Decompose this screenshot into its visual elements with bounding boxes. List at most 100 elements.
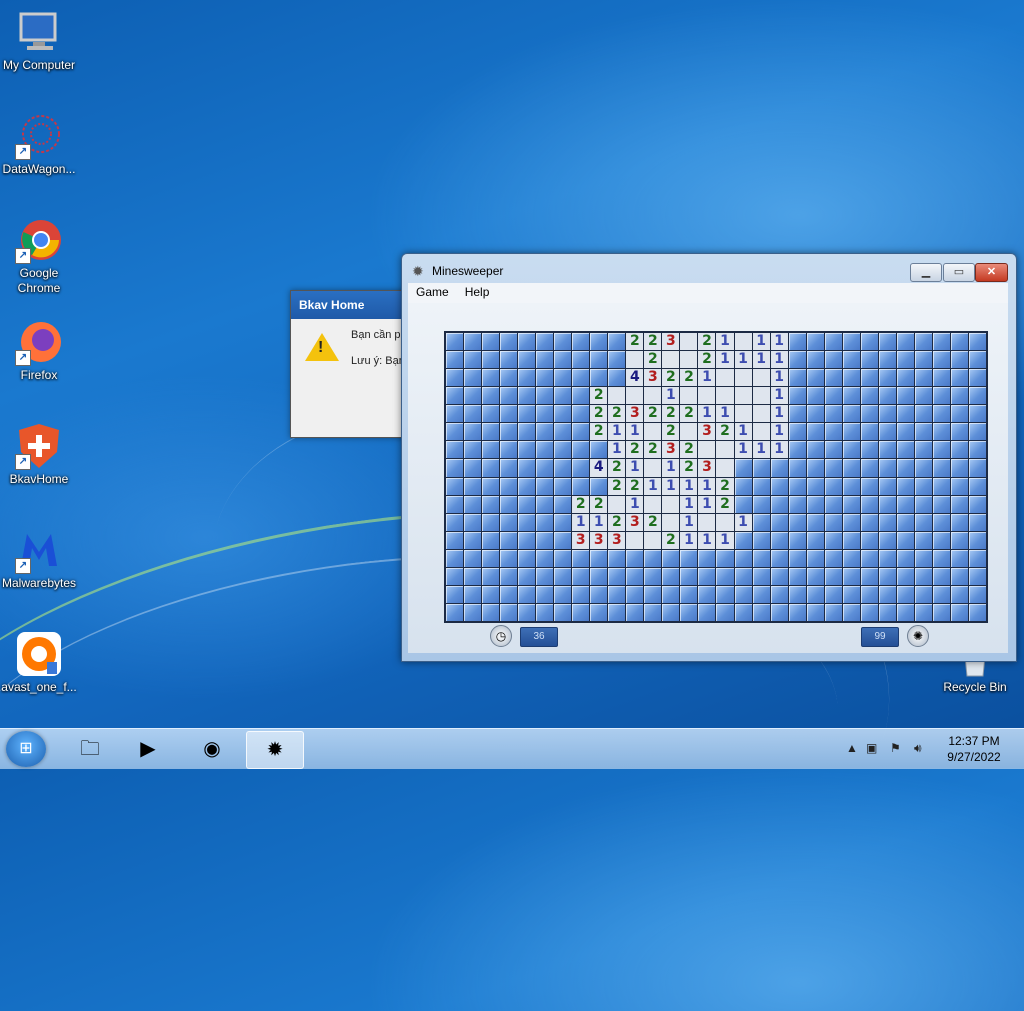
hidden-cell[interactable] [950, 531, 968, 549]
hidden-cell[interactable] [770, 585, 788, 603]
hidden-cell[interactable] [770, 513, 788, 531]
hidden-cell[interactable] [482, 549, 500, 567]
hidden-cell[interactable] [608, 333, 626, 351]
hidden-cell[interactable] [482, 423, 500, 441]
revealed-cell[interactable] [644, 459, 662, 477]
hidden-cell[interactable] [698, 603, 716, 621]
hidden-cell[interactable] [482, 351, 500, 369]
hidden-cell[interactable] [752, 549, 770, 567]
hidden-cell[interactable] [482, 585, 500, 603]
hidden-cell[interactable] [734, 531, 752, 549]
hidden-cell[interactable] [752, 531, 770, 549]
hidden-cell[interactable] [518, 459, 536, 477]
revealed-cell[interactable] [626, 531, 644, 549]
hidden-cell[interactable] [518, 441, 536, 459]
hidden-cell[interactable] [896, 459, 914, 477]
revealed-cell[interactable]: 1 [770, 405, 788, 423]
hidden-cell[interactable] [734, 567, 752, 585]
chrome-taskbar-icon[interactable]: ◉ [184, 731, 240, 767]
hidden-cell[interactable] [842, 441, 860, 459]
desktop-icon-datawagon[interactable]: ↗ DataWagon... [0, 112, 78, 177]
revealed-cell[interactable]: 2 [680, 459, 698, 477]
hidden-cell[interactable] [896, 585, 914, 603]
hidden-cell[interactable] [914, 513, 932, 531]
revealed-cell[interactable]: 1 [752, 333, 770, 351]
hidden-cell[interactable] [788, 603, 806, 621]
hidden-cell[interactable] [572, 369, 590, 387]
hidden-cell[interactable] [950, 603, 968, 621]
revealed-cell[interactable]: 1 [770, 351, 788, 369]
revealed-cell[interactable]: 3 [572, 531, 590, 549]
revealed-cell[interactable]: 1 [734, 441, 752, 459]
hidden-cell[interactable] [464, 603, 482, 621]
revealed-cell[interactable]: 2 [608, 477, 626, 495]
hidden-cell[interactable] [932, 387, 950, 405]
hidden-cell[interactable] [446, 351, 464, 369]
hidden-cell[interactable] [806, 495, 824, 513]
hidden-cell[interactable] [554, 585, 572, 603]
hidden-cell[interactable] [914, 369, 932, 387]
hidden-cell[interactable] [518, 495, 536, 513]
hidden-cell[interactable] [968, 351, 986, 369]
hidden-cell[interactable] [968, 531, 986, 549]
hidden-cell[interactable] [878, 549, 896, 567]
hidden-cell[interactable] [824, 459, 842, 477]
hidden-cell[interactable] [878, 531, 896, 549]
hidden-cell[interactable] [518, 333, 536, 351]
hidden-cell[interactable] [518, 531, 536, 549]
hidden-cell[interactable] [788, 513, 806, 531]
revealed-cell[interactable]: 1 [770, 423, 788, 441]
hidden-cell[interactable] [950, 513, 968, 531]
hidden-cell[interactable] [536, 513, 554, 531]
hidden-cell[interactable] [806, 333, 824, 351]
hidden-cell[interactable] [608, 369, 626, 387]
hidden-cell[interactable] [788, 405, 806, 423]
hidden-cell[interactable] [896, 423, 914, 441]
hidden-cell[interactable] [482, 513, 500, 531]
hidden-cell[interactable] [536, 333, 554, 351]
hidden-cell[interactable] [896, 603, 914, 621]
hidden-cell[interactable] [860, 549, 878, 567]
hidden-cell[interactable] [842, 423, 860, 441]
revealed-cell[interactable] [752, 369, 770, 387]
hidden-cell[interactable] [968, 603, 986, 621]
hidden-cell[interactable] [536, 423, 554, 441]
hidden-cell[interactable] [446, 333, 464, 351]
hidden-cell[interactable] [608, 351, 626, 369]
hidden-cell[interactable] [464, 495, 482, 513]
revealed-cell[interactable]: 3 [662, 441, 680, 459]
revealed-cell[interactable] [680, 333, 698, 351]
hidden-cell[interactable] [860, 459, 878, 477]
hidden-cell[interactable] [950, 459, 968, 477]
revealed-cell[interactable]: 2 [716, 477, 734, 495]
hidden-cell[interactable] [554, 351, 572, 369]
hidden-cell[interactable] [554, 441, 572, 459]
revealed-cell[interactable] [716, 387, 734, 405]
revealed-cell[interactable]: 1 [608, 423, 626, 441]
hidden-cell[interactable] [572, 333, 590, 351]
hidden-cell[interactable] [824, 351, 842, 369]
revealed-cell[interactable] [662, 495, 680, 513]
hidden-cell[interactable] [572, 351, 590, 369]
hidden-cell[interactable] [500, 531, 518, 549]
revealed-cell[interactable]: 1 [644, 477, 662, 495]
hidden-cell[interactable] [788, 477, 806, 495]
hidden-cell[interactable] [788, 459, 806, 477]
hidden-cell[interactable] [734, 477, 752, 495]
hidden-cell[interactable] [500, 369, 518, 387]
hidden-cell[interactable] [590, 477, 608, 495]
hidden-cell[interactable] [500, 495, 518, 513]
hidden-cell[interactable] [806, 351, 824, 369]
hidden-cell[interactable] [446, 459, 464, 477]
hidden-cell[interactable] [500, 603, 518, 621]
hidden-cell[interactable] [914, 603, 932, 621]
hidden-cell[interactable] [446, 513, 464, 531]
hidden-cell[interactable] [914, 567, 932, 585]
hidden-cell[interactable] [788, 351, 806, 369]
hidden-cell[interactable] [590, 441, 608, 459]
hidden-cell[interactable] [734, 603, 752, 621]
revealed-cell[interactable] [734, 405, 752, 423]
hidden-cell[interactable] [464, 351, 482, 369]
revealed-cell[interactable]: 1 [770, 369, 788, 387]
hidden-cell[interactable] [914, 549, 932, 567]
